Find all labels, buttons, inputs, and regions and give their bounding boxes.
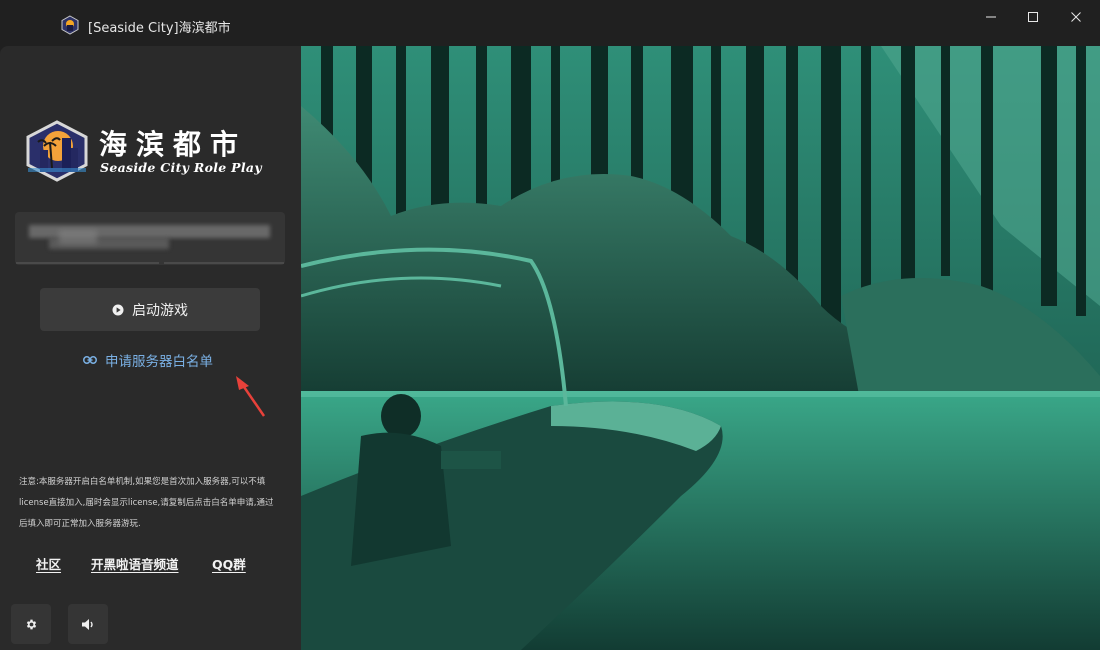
launch-game-label: 启动游戏 xyxy=(132,302,188,319)
maximize-button[interactable] xyxy=(1010,0,1056,34)
qq-group-link[interactable]: QQ群 xyxy=(212,554,246,573)
speaker-icon xyxy=(82,618,93,630)
field-underline xyxy=(16,262,159,264)
apply-whitelist-link[interactable]: 申请服务器白名单 xyxy=(83,350,213,370)
minimize-icon xyxy=(986,16,996,18)
voice-channel-link[interactable]: 开黑啦语音频道 xyxy=(91,554,179,573)
seaside-city-emblem-icon xyxy=(26,120,88,182)
field-underline xyxy=(164,262,284,264)
logo-subtitle-en: Seaside City Role Play xyxy=(100,160,262,175)
minimize-button[interactable] xyxy=(968,0,1014,34)
logo-title-cn: 海滨都市 xyxy=(99,128,248,161)
community-link[interactable]: 社区 xyxy=(36,554,61,573)
obscured-license-text xyxy=(59,230,97,244)
link-icon xyxy=(83,356,97,364)
annotation-arrow-icon xyxy=(236,376,266,417)
sound-button[interactable] xyxy=(68,604,108,644)
app-logo-icon xyxy=(60,15,80,35)
launch-game-button[interactable]: 启动游戏 xyxy=(40,288,260,331)
window-title: [Seaside City]海滨都市 xyxy=(88,21,231,36)
play-circle-icon xyxy=(112,304,124,315)
gear-icon xyxy=(26,619,36,629)
brand-logo: 海滨都市 Seaside City Role Play xyxy=(24,120,264,182)
hero-background-image xyxy=(301,46,1100,650)
apply-whitelist-label: 申请服务器白名单 xyxy=(105,354,213,370)
license-field[interactable] xyxy=(15,212,285,265)
whitelist-notice: 注意:本服务器开启白名单机制,如果您是首次加入服务器,可以不填license直接… xyxy=(19,477,274,529)
footer-links: 社区 开黑啦语音频道 QQ群 xyxy=(0,554,301,574)
maximize-icon xyxy=(1028,12,1038,22)
title-bar: [Seaside City]海滨都市 xyxy=(0,0,1100,46)
close-button[interactable] xyxy=(1053,0,1099,34)
settings-button[interactable] xyxy=(11,604,51,644)
close-icon xyxy=(1071,12,1081,22)
launcher-panel: 海滨都市 Seaside City Role Play 启动游戏 申请服务器白名… xyxy=(0,46,301,650)
